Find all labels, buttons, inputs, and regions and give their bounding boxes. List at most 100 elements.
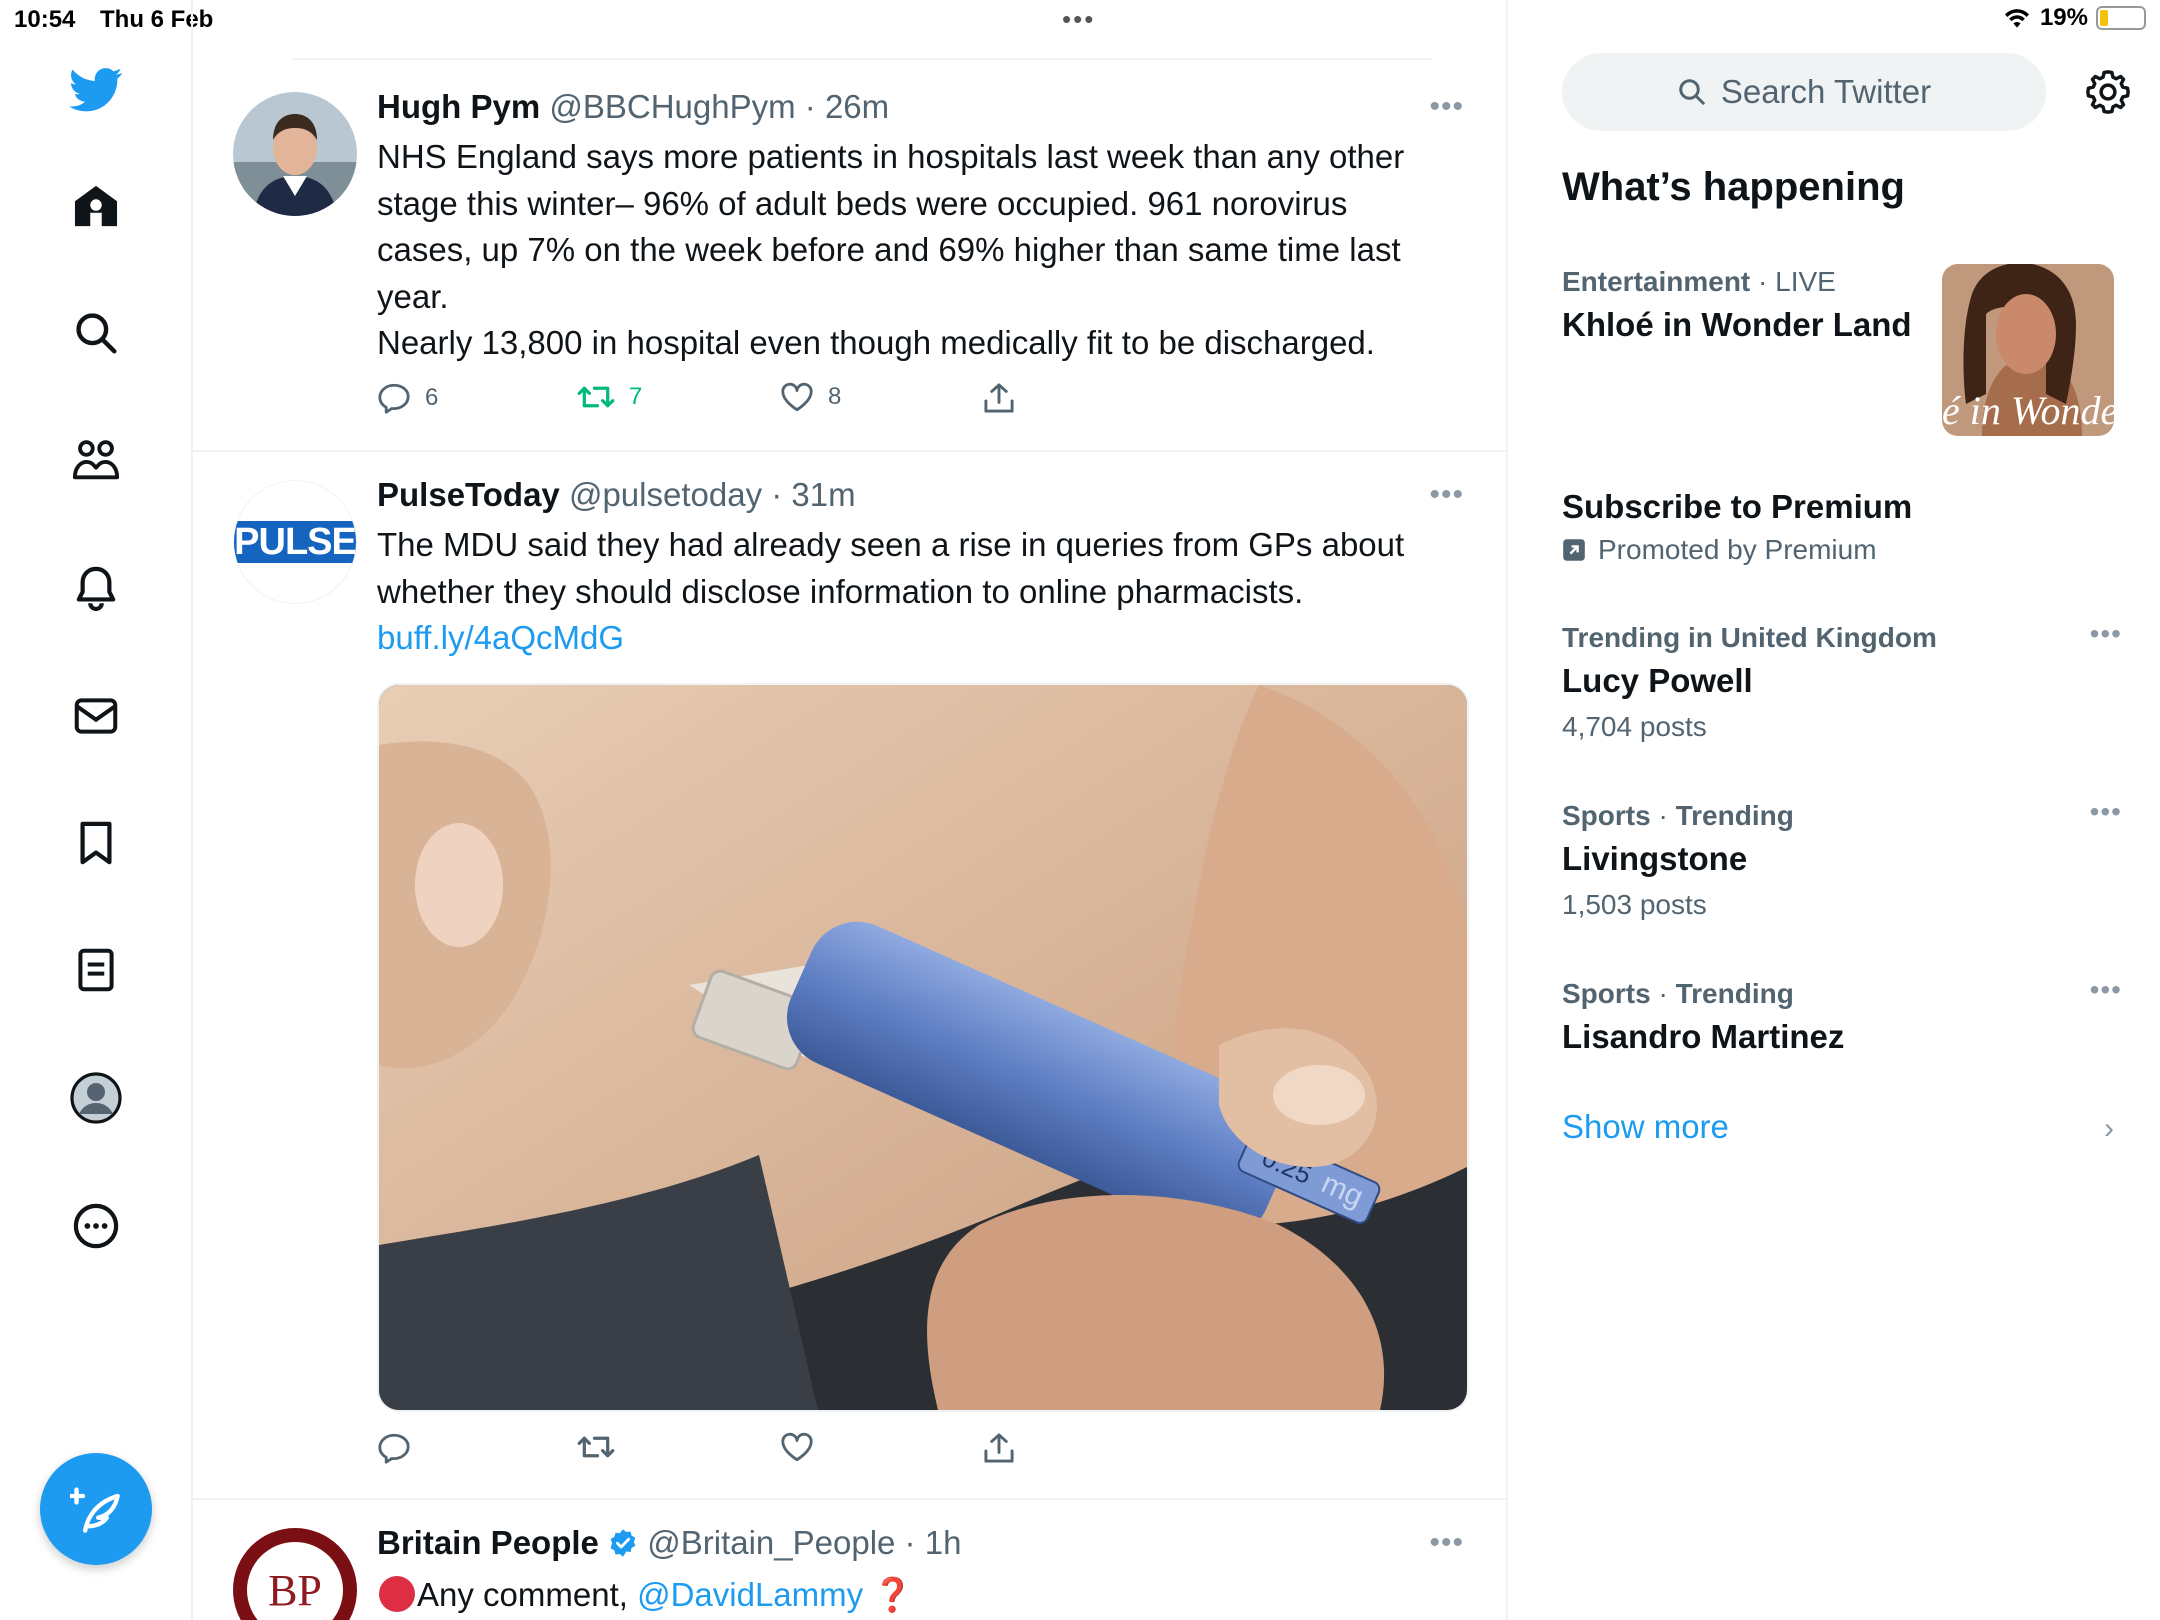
tweet-text-line: Nearly 13,800 in hospital even though me… (377, 324, 1375, 361)
trend-title: Livingstone (1562, 840, 1748, 877)
retweet-button[interactable] (577, 1432, 615, 1462)
tweet-text: The MDU said they had already seen a ris… (377, 522, 1467, 662)
author-handle[interactable]: @pulsetoday (569, 476, 762, 513)
trend-item[interactable]: Sports · Trending Livingstone 1,503 post… (1562, 796, 2122, 928)
tweet-more-icon[interactable]: ••• (1429, 478, 1464, 512)
pulse-logo: PULSE (234, 521, 356, 563)
tweet[interactable]: PULSE PulseToday @pulsetoday · 31m ••• T… (193, 452, 1508, 1500)
tweet-media-image[interactable]: 0.25 mg (377, 683, 1469, 1412)
tweet-text-line: stage this winter– 96% of adult beds wer… (377, 184, 1348, 222)
tweet-time[interactable]: 1h (925, 1524, 962, 1561)
trend-thumbnail-image[interactable]: é in Wonder L (1942, 264, 2114, 436)
reply-icon (378, 383, 410, 414)
compose-tweet-button[interactable] (40, 1453, 152, 1565)
trend-item-promoted[interactable]: Subscribe to Premium Promoted by Premium (1562, 484, 2122, 570)
avatar[interactable]: BP (233, 1528, 357, 1620)
tweet-text-line: year. (377, 277, 449, 315)
tweet-time[interactable]: 26m (825, 88, 889, 125)
reply-count: 6 (425, 384, 439, 411)
trend-meta: Sports · Trending (1562, 800, 1794, 831)
tweet-header: PulseToday @pulsetoday · 31m (377, 476, 856, 514)
more-options-icon[interactable] (68, 1198, 124, 1254)
tweet-actions (377, 1432, 1177, 1472)
tweet-text: Any comment, @DavidLammy ❓ (377, 1572, 1467, 1619)
tweet[interactable]: Hugh Pym @BBCHughPym · 26m ••• NHS Engla… (193, 62, 1508, 452)
like-count: 8 (828, 383, 842, 410)
author-name[interactable]: Britain People (377, 1524, 599, 1561)
share-icon (984, 1433, 1014, 1463)
messages-envelope-icon[interactable] (68, 688, 124, 744)
like-button[interactable] (780, 1432, 814, 1462)
trend-item[interactable]: Sports · Trending Lisandro Martinez ••• (1562, 974, 2122, 1060)
lists-icon[interactable] (68, 942, 124, 998)
reply-button[interactable] (377, 1432, 411, 1464)
heart-icon (781, 1432, 813, 1462)
tweet-header: Britain People @Britain_People · 1h (377, 1524, 961, 1562)
notifications-bell-icon[interactable] (68, 560, 124, 616)
tweet-text-line: cases, up 7% on the week before and 69% … (377, 231, 1401, 268)
avatar[interactable]: PULSE (233, 480, 357, 604)
trend-meta: Trending in United Kingdom (1562, 618, 2122, 658)
trend-more-icon[interactable]: ••• (2090, 618, 2122, 650)
tweet-text: NHS England says more patients in hospit… (377, 134, 1467, 367)
promoted-icon (1563, 539, 1585, 561)
search-icon[interactable] (68, 305, 124, 361)
trend-category: Sports (1562, 978, 1651, 1009)
search-icon (1679, 79, 1705, 105)
thumbnail-caption: é in Wonder L (1942, 388, 2114, 433)
tweet-actions: 6 7 8 (377, 382, 1177, 422)
whats-happening-title: What’s happening (1562, 165, 1905, 209)
retweet-count: 7 (629, 383, 643, 410)
author-handle[interactable]: @BBCHughPym (549, 88, 795, 125)
trend-count: 1,503 posts (1562, 889, 1707, 920)
avatar[interactable] (233, 92, 357, 216)
tweet[interactable]: BP Britain People @Britain_People · 1h •… (193, 1500, 1508, 1620)
left-navigation (0, 0, 193, 1620)
author-name[interactable]: PulseToday (377, 476, 560, 513)
trend-item[interactable]: Trending in United Kingdom Lucy Powell 4… (1562, 618, 2122, 750)
compose-feather-icon (70, 1487, 120, 1533)
trend-status: LIVE (1775, 266, 1836, 297)
tweet-link[interactable]: buff.ly/4aQcMdG (377, 615, 1467, 662)
settings-gear-icon[interactable] (2080, 64, 2136, 120)
bookmarks-icon[interactable] (68, 815, 124, 871)
trend-more-icon[interactable]: ••• (2090, 796, 2122, 828)
show-more-link[interactable]: Show more (1562, 1108, 1729, 1146)
like-button[interactable]: 8 (780, 382, 841, 412)
bp-logo: BP (268, 1565, 322, 1615)
red-circle-emoji-icon (379, 1576, 415, 1612)
tweet-time[interactable]: 31m (791, 476, 855, 513)
chevron-right-icon: › (2104, 1112, 2114, 1145)
promoted-label: Promoted by Premium (1598, 534, 1877, 565)
home-icon[interactable] (68, 178, 124, 234)
tweet-more-icon[interactable]: ••• (1429, 90, 1464, 124)
avatar-inner: BP (247, 1542, 343, 1620)
trend-title: Lucy Powell (1562, 662, 1753, 699)
trend-title: Subscribe to Premium (1562, 488, 1913, 525)
trend-title: Lisandro Martinez (1562, 1018, 1845, 1055)
tweet-text-line: NHS England says more patients in hospit… (377, 138, 1405, 175)
trend-status: Trending (1675, 800, 1794, 831)
reply-icon (378, 1433, 410, 1464)
communities-icon[interactable] (68, 432, 124, 488)
promoted-meta: Promoted by Premium (1562, 530, 2122, 570)
share-button[interactable] (983, 1432, 1015, 1464)
reply-button[interactable]: 6 (377, 382, 438, 414)
profile-avatar-icon[interactable] (68, 1070, 124, 1126)
retweet-icon (577, 386, 615, 408)
tweet-text-line: The MDU said they had already seen a ris… (377, 526, 1405, 563)
trend-more-icon[interactable]: ••• (2090, 974, 2122, 1006)
twitter-logo-icon[interactable] (68, 62, 124, 118)
retweet-button[interactable]: 7 (577, 382, 642, 412)
search-bar[interactable]: Search Twitter (1562, 53, 2046, 131)
author-name[interactable]: Hugh Pym (377, 88, 540, 125)
author-handle[interactable]: @Britain_People (647, 1524, 895, 1561)
tweet-text-line: whether they should disclose information… (377, 572, 1304, 610)
search-placeholder: Search Twitter (1720, 73, 1932, 110)
mention-link[interactable]: @DavidLammy (637, 1576, 863, 1613)
timeline-top-divider (293, 0, 1433, 60)
separator-dot: · (762, 476, 792, 513)
share-button[interactable] (983, 382, 1015, 414)
tweet-more-icon[interactable]: ••• (1429, 1526, 1464, 1560)
retweet-icon (577, 1436, 615, 1458)
